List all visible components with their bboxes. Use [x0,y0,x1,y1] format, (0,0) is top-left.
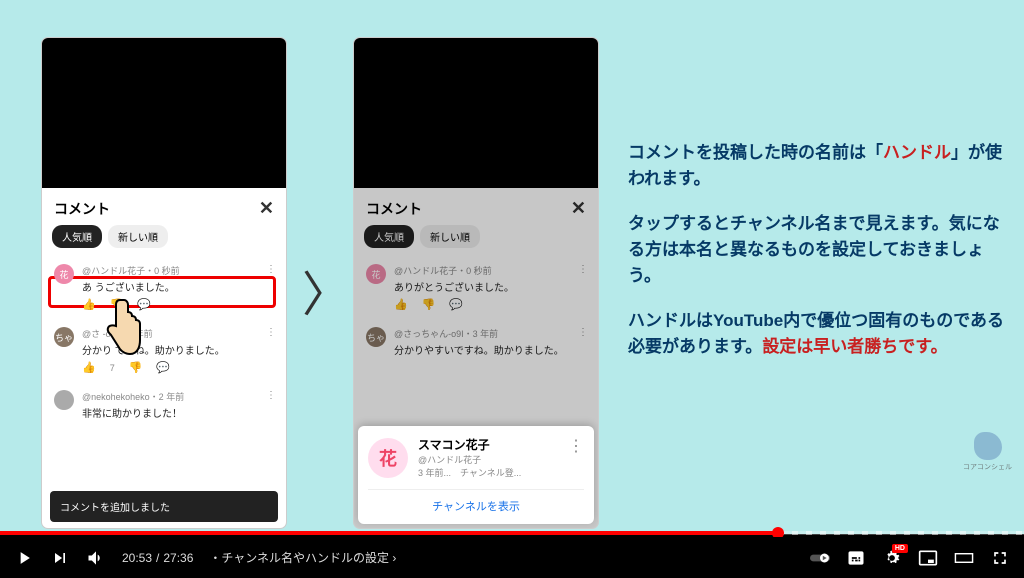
avatar [54,390,74,410]
chevron-right-icon: › [392,551,396,565]
pointing-hand-cursor [100,296,144,360]
hd-badge: HD [892,544,908,553]
miniplayer-button[interactable] [918,548,938,568]
channel-handle: @ハンドル花子 [418,453,521,466]
channel-watermark[interactable]: コアコンシェル [963,432,1012,472]
channel-name: スマコン花子 [418,436,521,453]
settings-button[interactable]: HD [882,548,902,568]
comment-row[interactable]: 花 @ハンドル花子・0 秒前 あ うございました。 👍 👎 💬 ⋮ [42,256,286,319]
more-icon[interactable]: ⋮ [266,390,276,401]
comment-meta: @nekohekoheko・2 年前 [82,390,274,403]
progress-buffered [778,531,1024,535]
next-button[interactable] [50,548,70,568]
thumbs-up-icon[interactable]: 👍 [82,361,96,374]
theater-mode-button[interactable] [954,548,974,568]
show-channel-link[interactable]: チャンネルを表示 [368,489,584,514]
subtitles-button[interactable] [846,548,866,568]
progress-played [0,531,778,535]
arrow-right-icon: 〉 [302,255,350,325]
explanation-text: コメントを投稿した時の名前は「ハンドル」が使われます。 タップするとチャンネル名… [628,140,1008,378]
video-slide-area: コメント ✕ 人気順 新しい順 花 @ハンドル花子・0 秒前 あ うございました… [0,0,1024,534]
snackbar: コメントを追加しました [50,491,278,522]
fullscreen-button[interactable] [990,548,1010,568]
avatar: 花 [54,264,74,284]
avatar: ちゃ [54,327,74,347]
like-count: 7 [110,363,115,373]
reply-icon[interactable]: 💬 [156,361,170,374]
text: タップするとチャンネル名まで見えます。気になる方は本名と異なるものを設定しておき… [628,211,1008,290]
text-highlight: 設定は早い者勝ちです。 [762,337,947,356]
close-icon[interactable]: ✕ [259,198,274,219]
channel-subinfo: 3 年前... チャンネル登... [418,466,521,479]
phone-video-placeholder [42,38,286,188]
watermark-label: コアコンシェル [963,462,1012,472]
player-controls: 20:53 / 27:36 ・チャンネル名やハンドルの設定 › HD [0,537,1024,578]
time-separator: / [156,551,159,565]
text-highlight: ハンドル [883,143,951,162]
phone-mockup-left: コメント ✕ 人気順 新しい順 花 @ハンドル花子・0 秒前 あ うございました… [42,38,286,528]
watermark-icon [974,432,1002,460]
channel-avatar: 花 [368,438,408,478]
chapter-title[interactable]: ・チャンネル名やハンドルの設定 › [209,549,396,566]
time-current: 20:53 [122,551,152,565]
comments-title: コメント [54,199,110,219]
more-icon[interactable]: ⋮ [266,264,276,275]
tab-newest[interactable]: 新しい順 [108,225,168,248]
time-duration: 27:36 [163,551,193,565]
more-icon[interactable]: ⋮ [266,327,276,338]
more-icon[interactable]: ⋮ [568,436,584,456]
comment-row[interactable]: ちゃ @さ -o9I・3 年前 分かり ですね。助かりました。 👍 7 👎 💬 … [42,319,286,382]
thumbs-up-icon[interactable]: 👍 [82,298,96,311]
tab-popular[interactable]: 人気順 [52,225,102,248]
text: コメントを投稿した時の名前は「 [628,143,883,162]
comment-text: 非常に助かりました！ [82,405,274,420]
comment-meta: @ハンドル花子・0 秒前 [82,264,274,277]
channel-popup: ⋮ 花 スマコン花子 @ハンドル花子 3 年前... チャンネル登... チャン… [358,426,594,524]
thumbs-down-icon[interactable]: 👎 [129,361,143,374]
phone-mockup-right: コメント ✕ 人気順 新しい順 花 @ハンドル花子・0 秒前 ありがとうございま… [354,38,598,528]
volume-button[interactable] [86,548,106,568]
comment-text: あ うございました。 [82,279,274,294]
comment-row[interactable]: @nekohekoheko・2 年前 非常に助かりました！ ⋮ [42,382,286,428]
autoplay-toggle[interactable] [810,548,830,568]
progress-bar[interactable] [0,531,1024,535]
time-display: 20:53 / 27:36 [122,551,193,565]
play-button[interactable] [14,548,34,568]
